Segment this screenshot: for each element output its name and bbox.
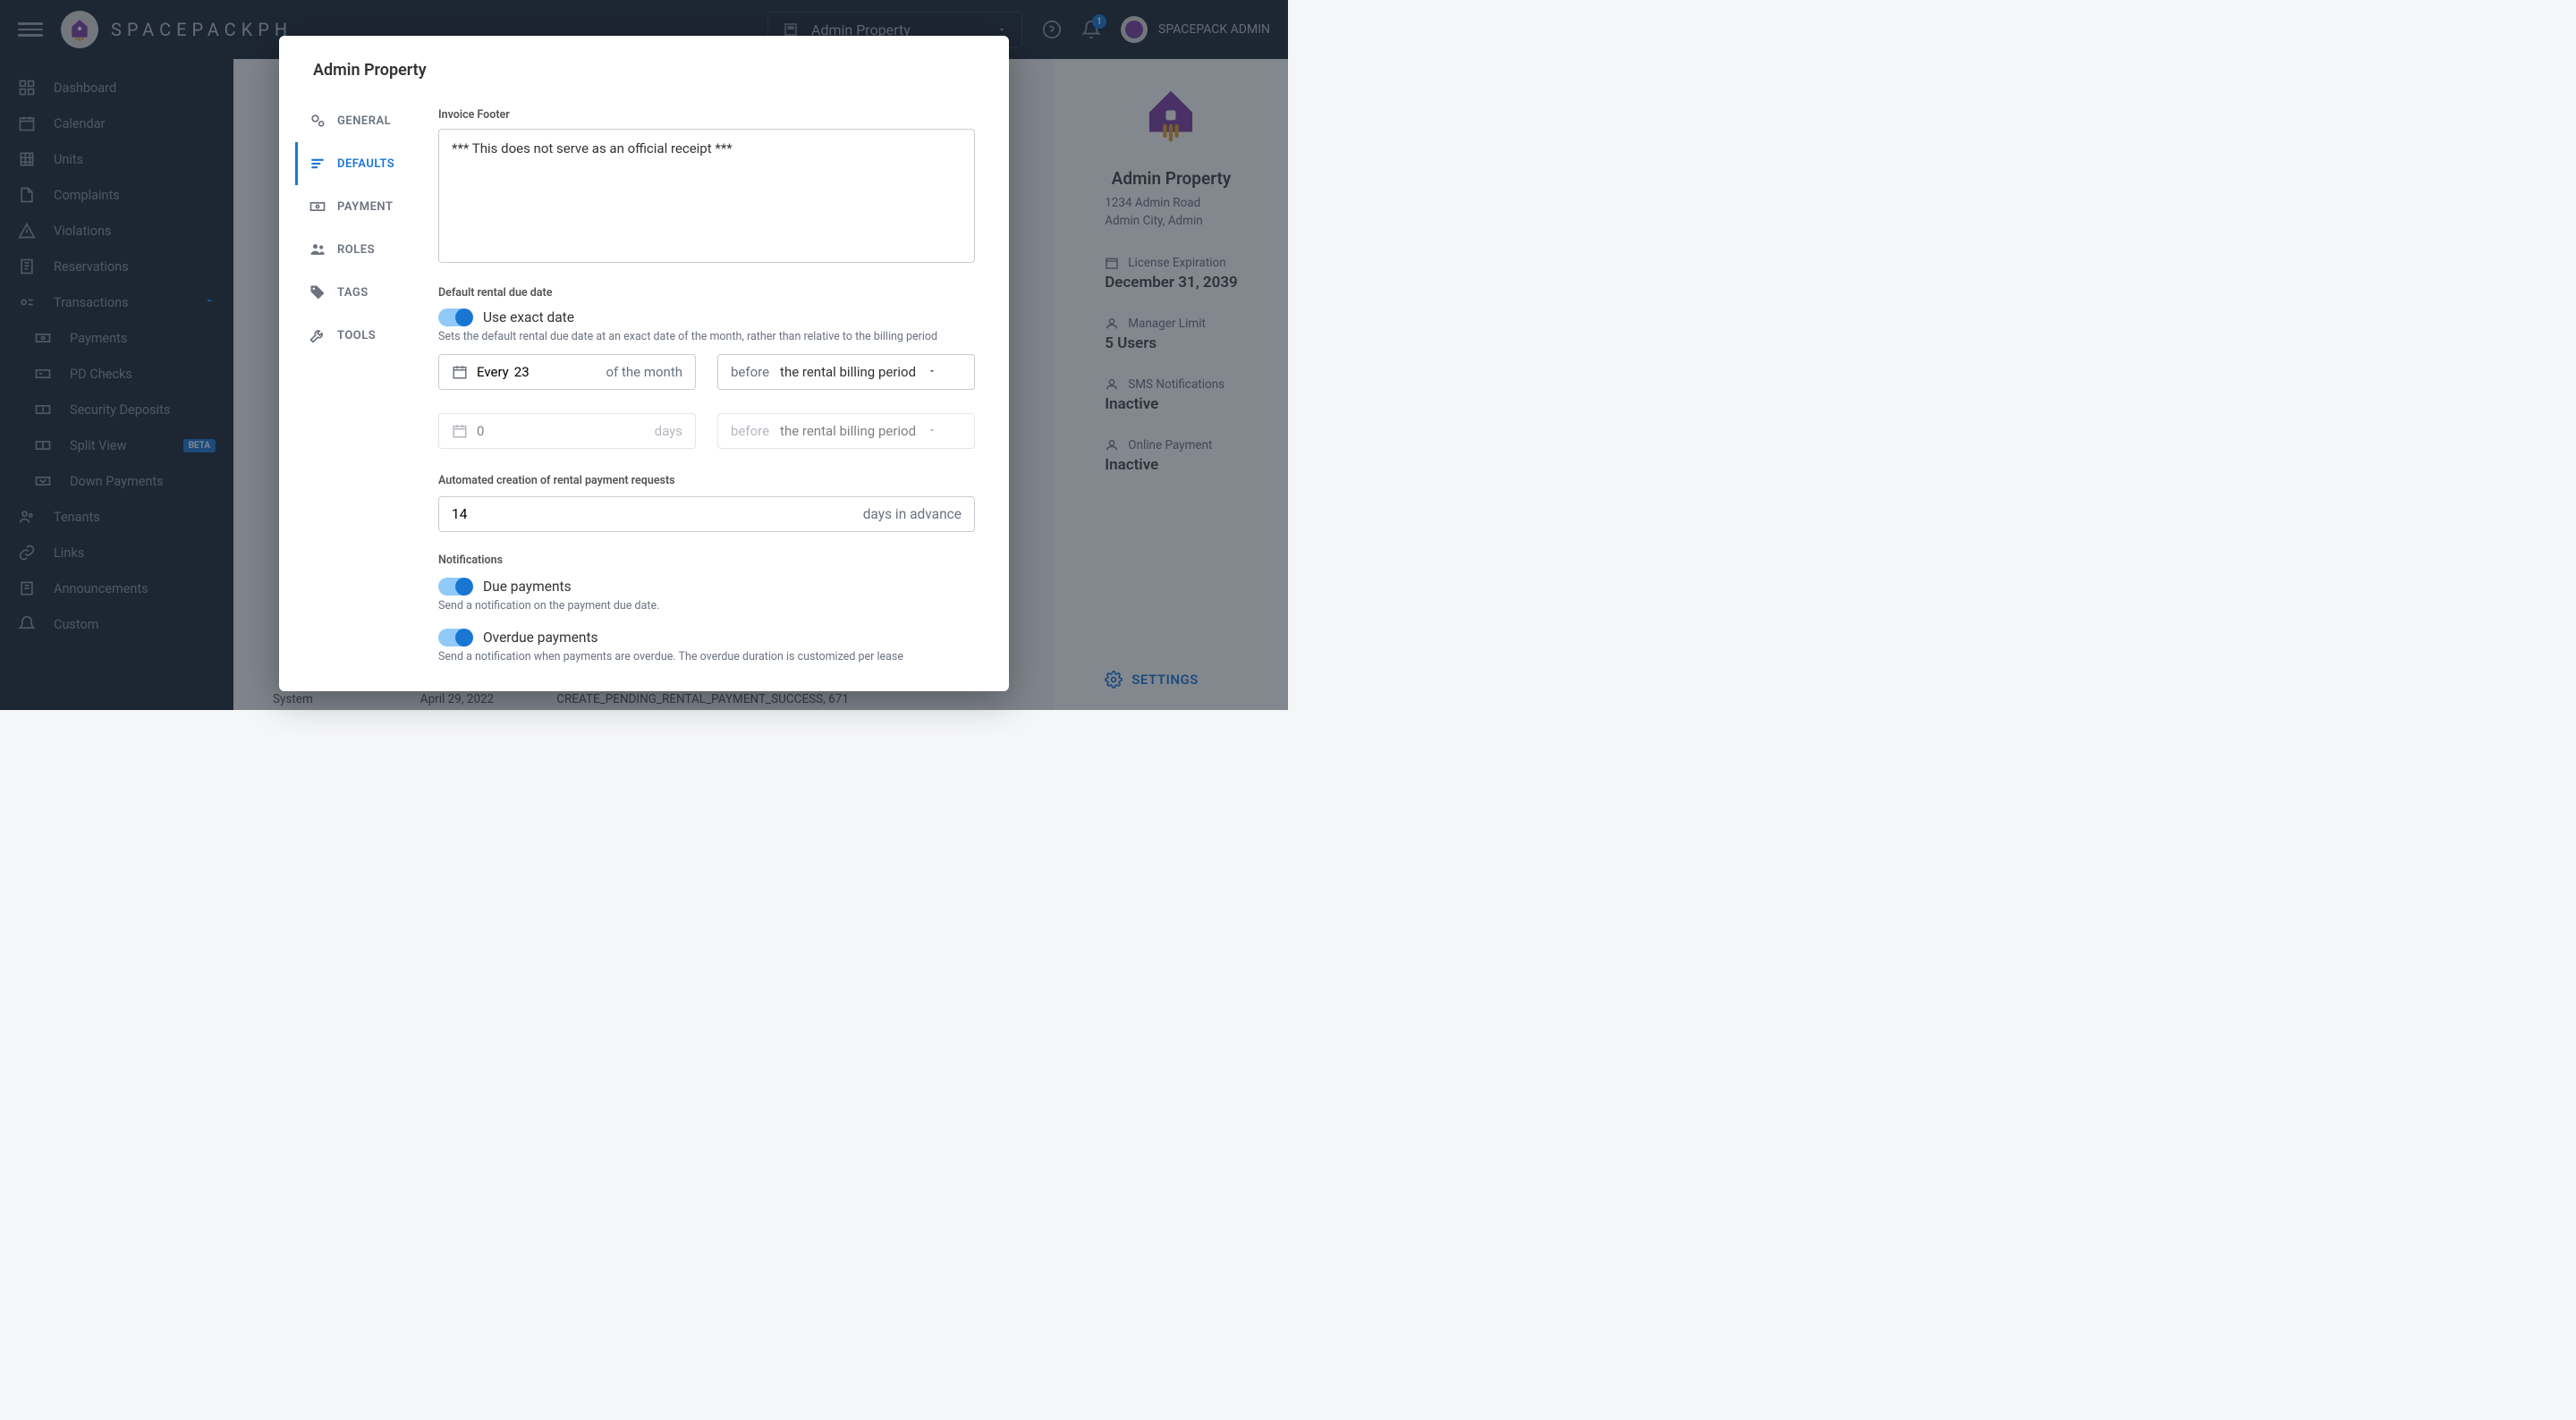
due-payments-toggle[interactable] [438, 578, 472, 596]
use-exact-date-label: Use exact date [483, 309, 574, 325]
due-payments-hint: Send a notification on the payment due d… [438, 599, 975, 613]
overdue-payments-hint: Send a notification when payments are ov… [438, 650, 975, 664]
modal-content: Invoice Footer Default rental due date U… [422, 96, 1009, 691]
use-exact-date-hint: Sets the default rental due date at an e… [438, 330, 975, 343]
invoice-footer-label: Invoice Footer [438, 108, 975, 122]
invoice-footer-textarea[interactable] [438, 129, 975, 263]
auto-creation-label: Automated creation of rental payment req… [438, 474, 975, 487]
payment-icon [309, 198, 326, 216]
tools-icon [309, 326, 326, 344]
property-settings-modal: Admin Property GENERAL DEFAULTS PAYMENT … [279, 36, 1009, 691]
billing-period-dropdown-1[interactable]: before the rental billing period [717, 354, 975, 390]
overdue-payments-label: Overdue payments [483, 630, 598, 646]
tag-icon [309, 283, 326, 301]
tab-defaults[interactable]: DEFAULTS [295, 142, 422, 185]
tab-tools[interactable]: TOOLS [295, 314, 422, 357]
due-payments-label: Due payments [483, 579, 572, 595]
chevron-down-icon [927, 423, 937, 439]
calendar-icon [452, 364, 468, 380]
exact-date-input[interactable]: Every 23 of the month [438, 354, 696, 390]
modal-tabs: GENERAL DEFAULTS PAYMENT ROLES TAGS TOOL… [279, 96, 422, 691]
notifications-label: Notifications [438, 554, 975, 567]
default-due-date-label: Default rental due date [438, 286, 975, 300]
overdue-payments-toggle[interactable] [438, 629, 472, 647]
modal-title: Admin Property [279, 36, 1009, 96]
tab-roles[interactable]: ROLES [295, 228, 422, 271]
billing-period-dropdown-2: before the rental billing period [717, 413, 975, 449]
calendar-icon [452, 423, 468, 439]
tab-tags[interactable]: TAGS [295, 271, 422, 314]
tab-general[interactable]: GENERAL [295, 99, 422, 142]
lines-icon [309, 155, 326, 173]
modal-overlay[interactable]: Admin Property GENERAL DEFAULTS PAYMENT … [0, 0, 1288, 710]
people-icon [309, 241, 326, 258]
tab-payment[interactable]: PAYMENT [295, 185, 422, 228]
gears-icon [309, 112, 326, 130]
days-advance-input[interactable]: 14 days in advance [438, 496, 975, 532]
use-exact-date-toggle[interactable] [438, 309, 472, 326]
chevron-down-icon [927, 364, 937, 380]
relative-days-input: 0 days [438, 413, 696, 449]
